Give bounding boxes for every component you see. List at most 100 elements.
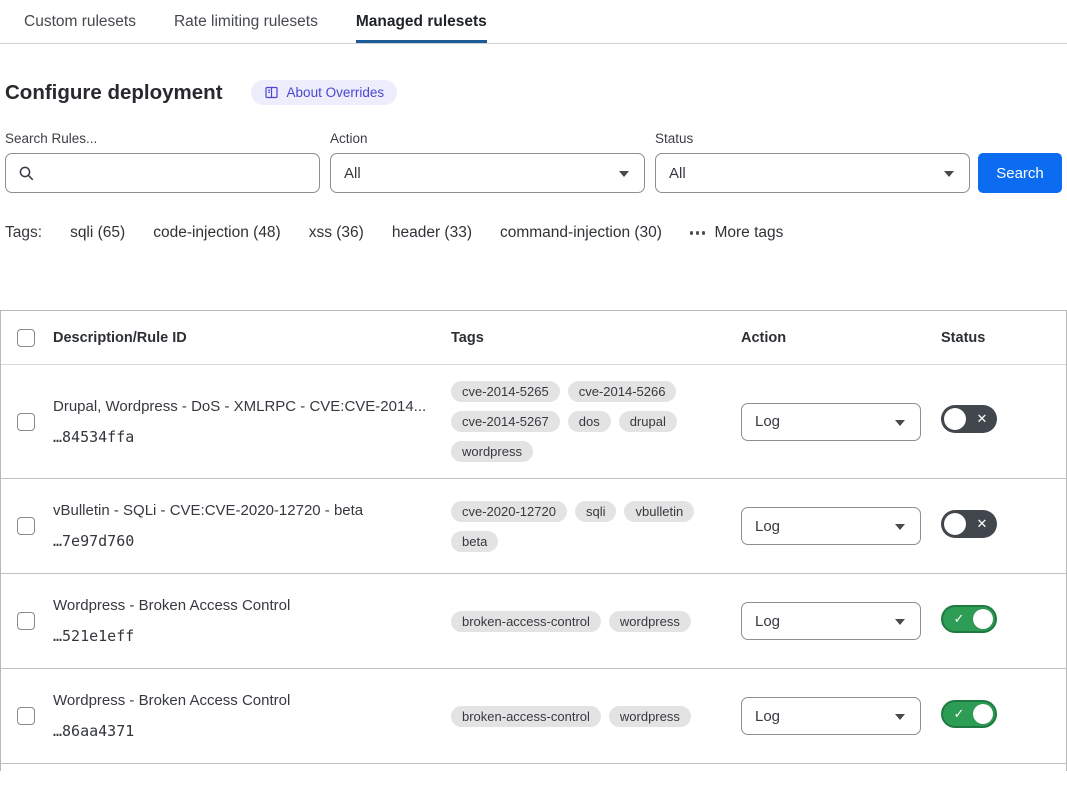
rule-tags: broken-access-control wordpress	[451, 574, 741, 668]
row-checkbox[interactable]	[17, 612, 35, 630]
tag-filter[interactable]: code-injection (48)	[153, 224, 281, 242]
tag-badge: cve-2014-5267	[451, 411, 560, 432]
page-title: Configure deployment	[5, 81, 223, 105]
column-header-status: Status	[941, 330, 1066, 346]
row-checkbox[interactable]	[17, 413, 35, 431]
status-toggle[interactable]: ✕	[941, 510, 997, 538]
status-filter-value: All	[669, 165, 686, 182]
toggle-knob	[973, 704, 993, 724]
action-select-value: Log	[755, 413, 780, 430]
tag-badge: vbulletin	[624, 501, 694, 522]
table-row: Wordpress - Broken Access Control …521e1…	[1, 574, 1066, 669]
table-row: Wordpress - Broken Access Control …86aa4…	[1, 669, 1066, 764]
status-filter-label: Status	[655, 131, 970, 146]
tag-badge: broken-access-control	[451, 706, 601, 727]
tag-badge: dos	[568, 411, 611, 432]
toggle-knob	[973, 609, 993, 629]
action-select-value: Log	[755, 518, 780, 535]
table-header-row: Description/Rule ID Tags Action Status	[1, 311, 1066, 365]
filter-bar: Search Rules... Action All Status All Se…	[5, 131, 1062, 193]
tag-badge: cve-2014-5266	[568, 381, 677, 402]
rule-id: …84534ffa	[53, 428, 435, 446]
rule-tags: broken-access-control wordpress	[451, 669, 741, 763]
tag-filter[interactable]: sqli (65)	[70, 224, 125, 242]
book-icon	[264, 85, 279, 100]
toggle-state-icon: ✓	[945, 700, 973, 728]
toggle-state-icon: ✕	[968, 405, 996, 433]
row-action-select[interactable]: Log	[741, 697, 921, 735]
column-header-description: Description/Rule ID	[53, 330, 451, 346]
toggle-state-icon: ✓	[945, 605, 973, 633]
tag-badge: wordpress	[609, 706, 691, 727]
chevron-down-icon	[619, 171, 629, 177]
toggle-knob	[944, 513, 966, 535]
rule-tags: cve-2020-12720 sqli vbulletin beta	[451, 479, 741, 573]
row-action-select[interactable]: Log	[741, 602, 921, 640]
ruleset-tabs: Custom rulesets Rate limiting rulesets M…	[0, 0, 1067, 44]
chevron-down-icon	[944, 171, 954, 177]
tag-filter-list: sqli (65) code-injection (48) xss (36) head…	[70, 224, 662, 242]
select-all-checkbox[interactable]	[17, 329, 35, 347]
rules-table: Description/Rule ID Tags Action Status D…	[0, 310, 1067, 771]
column-header-action: Action	[741, 330, 941, 346]
status-toggle[interactable]: ✓	[941, 700, 997, 728]
status-toggle[interactable]: ✕	[941, 405, 997, 433]
rule-description: Drupal, Wordpress - DoS - XMLRPC - CVE:C…	[53, 398, 435, 415]
chevron-down-icon	[895, 420, 905, 426]
action-select-value: Log	[755, 613, 780, 630]
tag-badge: drupal	[619, 411, 677, 432]
tag-badge: cve-2014-5265	[451, 381, 560, 402]
tab-custom-rulesets[interactable]: Custom rulesets	[24, 0, 136, 43]
search-button[interactable]: Search	[978, 153, 1062, 193]
toggle-knob	[944, 408, 966, 430]
toggle-state-icon: ✕	[968, 510, 996, 538]
action-filter-label: Action	[330, 131, 645, 146]
action-select-value: Log	[755, 708, 780, 725]
row-checkbox[interactable]	[17, 707, 35, 725]
tag-badge: broken-access-control	[451, 611, 601, 632]
rule-id: …86aa4371	[53, 722, 435, 740]
tag-badge: wordpress	[609, 611, 691, 632]
rule-id: …7e97d760	[53, 532, 435, 550]
column-header-tags: Tags	[451, 330, 741, 346]
row-action-select[interactable]: Log	[741, 507, 921, 545]
search-rules-label: Search Rules...	[5, 131, 320, 146]
tag-filter[interactable]: xss (36)	[309, 224, 364, 242]
rule-tags: cve-2014-5265 cve-2014-5266 cve-2014-5267 d…	[451, 365, 741, 478]
table-cutoff-row	[1, 764, 1066, 771]
tags-bar: Tags: sqli (65) code-injection (48) xss (3…	[5, 224, 1062, 242]
rule-description: Wordpress - Broken Access Control	[53, 692, 435, 709]
search-box	[5, 153, 320, 193]
row-checkbox[interactable]	[17, 517, 35, 535]
status-toggle[interactable]: ✓	[941, 605, 997, 633]
tab-managed-rulesets[interactable]: Managed rulesets	[356, 0, 487, 43]
rule-id: …521e1eff	[53, 627, 435, 645]
table-body: Drupal, Wordpress - DoS - XMLRPC - CVE:C…	[1, 365, 1066, 764]
chevron-down-icon	[895, 524, 905, 530]
tag-badge: cve-2020-12720	[451, 501, 567, 522]
rule-description: vBulletin - SQLi - CVE:CVE-2020-12720 - …	[53, 502, 435, 519]
about-overrides-link[interactable]: About Overrides	[251, 80, 398, 105]
action-filter-select[interactable]: All	[330, 153, 645, 193]
tag-filter[interactable]: header (33)	[392, 224, 472, 242]
tag-badge: beta	[451, 531, 498, 552]
heading-row: Configure deployment About Overrides	[5, 80, 1062, 105]
action-filter-value: All	[344, 165, 361, 182]
rule-description: Wordpress - Broken Access Control	[53, 597, 435, 614]
tag-badge: sqli	[575, 501, 617, 522]
row-action-select[interactable]: Log	[741, 403, 921, 441]
ellipsis-icon	[690, 231, 706, 235]
status-filter-select[interactable]: All	[655, 153, 970, 193]
chevron-down-icon	[895, 714, 905, 720]
tab-rate-limiting-rulesets[interactable]: Rate limiting rulesets	[174, 0, 318, 43]
tag-badge: wordpress	[451, 441, 533, 462]
table-row: vBulletin - SQLi - CVE:CVE-2020-12720 - …	[1, 479, 1066, 574]
more-tags-button[interactable]: More tags	[690, 224, 783, 242]
tags-bar-label: Tags:	[5, 224, 42, 242]
more-tags-label: More tags	[714, 224, 783, 242]
chevron-down-icon	[895, 619, 905, 625]
table-row: Drupal, Wordpress - DoS - XMLRPC - CVE:C…	[1, 365, 1066, 479]
search-input[interactable]	[6, 154, 319, 192]
about-overrides-label: About Overrides	[287, 85, 385, 100]
tag-filter[interactable]: command-injection (30)	[500, 224, 662, 242]
